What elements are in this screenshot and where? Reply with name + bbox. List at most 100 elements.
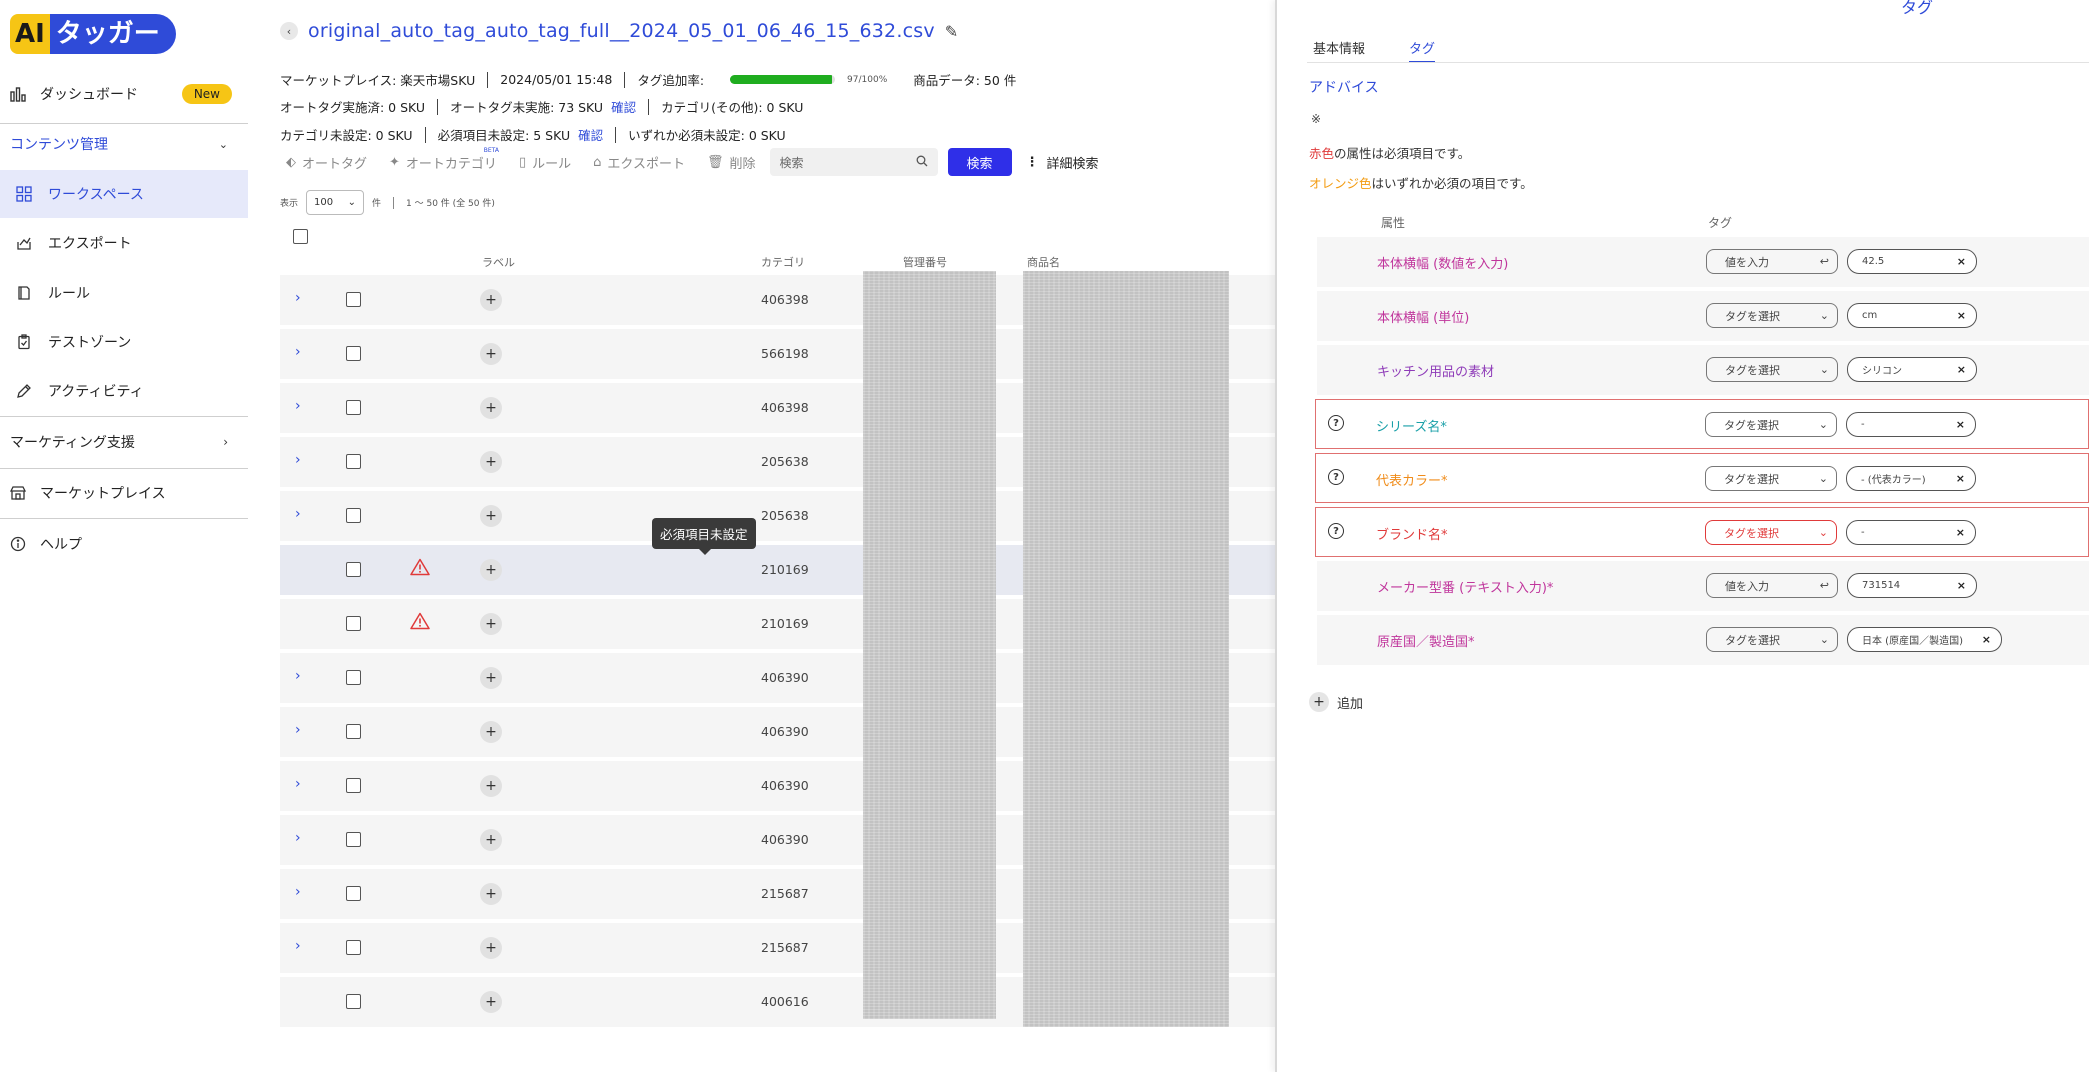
expand-chevron-icon[interactable]: › (295, 506, 301, 522)
remove-x-icon[interactable]: × (1956, 418, 1965, 431)
product-data-count: 商品データ: 50 件 (913, 73, 1017, 88)
value-input[interactable]: 値を入力 ↩ (1706, 573, 1838, 598)
add-attribute-button[interactable]: + 追加 (1309, 692, 1363, 712)
row-checkbox[interactable] (346, 886, 361, 901)
sidebar-item-workspace[interactable]: ワークスペース (0, 170, 248, 218)
expand-chevron-icon[interactable]: › (295, 722, 301, 738)
row-checkbox[interactable] (346, 616, 361, 631)
search-button[interactable]: 検索 (947, 148, 1012, 176)
question-help-icon[interactable]: ? (1328, 523, 1344, 539)
add-label-button[interactable]: + (480, 613, 502, 635)
remove-x-icon[interactable]: × (1957, 579, 1966, 592)
add-label-button[interactable]: + (480, 505, 502, 527)
search-input[interactable]: 検索 (769, 148, 938, 176)
row-checkbox[interactable] (346, 346, 361, 361)
add-label-button[interactable]: + (480, 667, 502, 689)
tag-select[interactable]: タグを選択 ⌄ (1705, 412, 1837, 437)
expand-chevron-icon[interactable]: › (295, 344, 301, 360)
add-label-button[interactable]: + (480, 289, 502, 311)
remove-x-icon[interactable]: × (1982, 633, 1991, 646)
add-label-button[interactable]: + (480, 343, 502, 365)
sidebar-divider (0, 518, 248, 519)
tag-select[interactable]: タグを選択 ⌄ (1706, 357, 1838, 382)
enter-icon: ↩ (1819, 255, 1829, 268)
expand-chevron-icon[interactable]: › (295, 884, 301, 900)
expand-chevron-icon[interactable]: › (295, 830, 301, 846)
select-all-checkbox[interactable] (293, 229, 308, 244)
input-placeholder: タグを選択 (1724, 526, 1779, 540)
row-checkbox[interactable] (346, 940, 361, 955)
sidebar-section-marketing[interactable]: マーケティング支援 › (0, 418, 248, 466)
add-label-button[interactable]: + (480, 829, 502, 851)
add-label-button[interactable]: + (480, 775, 502, 797)
expand-chevron-icon[interactable]: › (295, 938, 301, 954)
remove-x-icon[interactable]: × (1956, 472, 1965, 485)
sidebar-section-content[interactable]: コンテンツ管理 ⌄ (0, 120, 248, 168)
sidebar-item-export[interactable]: エクスポート (0, 219, 248, 267)
bar-chart-icon (8, 84, 28, 104)
question-help-icon[interactable]: ? (1328, 469, 1344, 485)
row-checkbox[interactable] (346, 562, 361, 577)
add-label-button[interactable]: + (480, 937, 502, 959)
tab-tag[interactable]: タグ (1409, 38, 1436, 63)
sidebar-item-rule[interactable]: ルール (0, 269, 248, 317)
warning-icon[interactable] (410, 558, 430, 580)
expand-chevron-icon[interactable]: › (295, 290, 301, 306)
value-input[interactable]: 値を入力 ↩ (1706, 249, 1838, 274)
per-page-select[interactable]: 100 ⌄ (306, 190, 365, 215)
expand-chevron-icon[interactable]: › (295, 776, 301, 792)
confirm-link[interactable]: 確認 (611, 97, 636, 116)
sidebar-item-dashboard[interactable]: ダッシュボード New (0, 70, 248, 118)
remove-x-icon[interactable]: × (1956, 526, 1965, 539)
export-button[interactable]: ⌂ エクスポート (593, 153, 685, 172)
row-checkbox[interactable] (346, 454, 361, 469)
required-unset-tooltip: 必須項目未設定 (652, 518, 756, 555)
sidebar-item-testzone[interactable]: テストゾーン (0, 318, 248, 366)
expand-chevron-icon[interactable]: › (295, 398, 301, 414)
sidebar-item-marketplace[interactable]: マーケットプレイス (0, 469, 248, 517)
grid-icon (14, 184, 34, 204)
confirm-link[interactable]: 確認 (578, 125, 603, 144)
search-icon (916, 155, 928, 170)
add-label-button[interactable]: + (480, 559, 502, 581)
expand-chevron-icon[interactable]: › (295, 452, 301, 468)
tag-select[interactable]: タグを選択 ⌄ (1706, 303, 1838, 328)
remove-x-icon[interactable]: × (1957, 363, 1966, 376)
row-checkbox[interactable] (346, 670, 361, 685)
remove-x-icon[interactable]: × (1957, 309, 1966, 322)
add-label-button[interactable]: + (480, 991, 502, 1013)
add-label-button[interactable]: + (480, 883, 502, 905)
row-checkbox[interactable] (346, 832, 361, 847)
delete-button[interactable]: 🗑︎ 削除 (707, 153, 756, 172)
tag-select[interactable]: タグを選択 ⌄ (1705, 520, 1837, 545)
add-label-button[interactable]: + (480, 451, 502, 473)
row-checkbox[interactable] (346, 292, 361, 307)
detail-search-button[interactable]: ⋮ 詳細検索 (1026, 153, 1099, 172)
question-help-icon[interactable]: ? (1328, 415, 1344, 431)
tag-select[interactable]: タグを選択 ⌄ (1705, 466, 1837, 491)
expand-chevron-icon[interactable]: › (295, 668, 301, 684)
add-label-button[interactable]: + (480, 397, 502, 419)
sidebar-item-label: ワークスペース (48, 187, 144, 203)
auto-tag-button[interactable]: ⬖ オートタグ (286, 153, 367, 172)
tab-basic-info[interactable]: 基本情報 (1313, 38, 1365, 63)
row-checkbox[interactable] (346, 508, 361, 523)
edit-pencil-icon[interactable]: ✎ (945, 22, 958, 41)
sidebar-item-label: ヘルプ (40, 537, 82, 553)
row-checkbox[interactable] (346, 994, 361, 1009)
add-label-button[interactable]: + (480, 721, 502, 743)
back-button[interactable]: ‹ (280, 22, 298, 40)
rule-button[interactable]: ▯ ルール (519, 153, 571, 172)
app-logo[interactable]: AI タッガー (10, 14, 176, 54)
row-checkbox[interactable] (346, 778, 361, 793)
row-checkbox[interactable] (346, 400, 361, 415)
auto-category-button[interactable]: ✦ オートカテゴリ BETA (389, 147, 499, 172)
row-checkbox[interactable] (346, 724, 361, 739)
warning-icon[interactable] (410, 612, 430, 634)
sidebar-item-activity[interactable]: アクティビティ (0, 367, 248, 415)
header-category: カテゴリ (761, 256, 805, 269)
remove-x-icon[interactable]: × (1957, 255, 1966, 268)
sidebar-item-help[interactable]: ヘルプ (0, 520, 248, 568)
tag-select[interactable]: タグを選択 ⌄ (1706, 627, 1838, 652)
beta-badge: BETA (483, 146, 499, 154)
